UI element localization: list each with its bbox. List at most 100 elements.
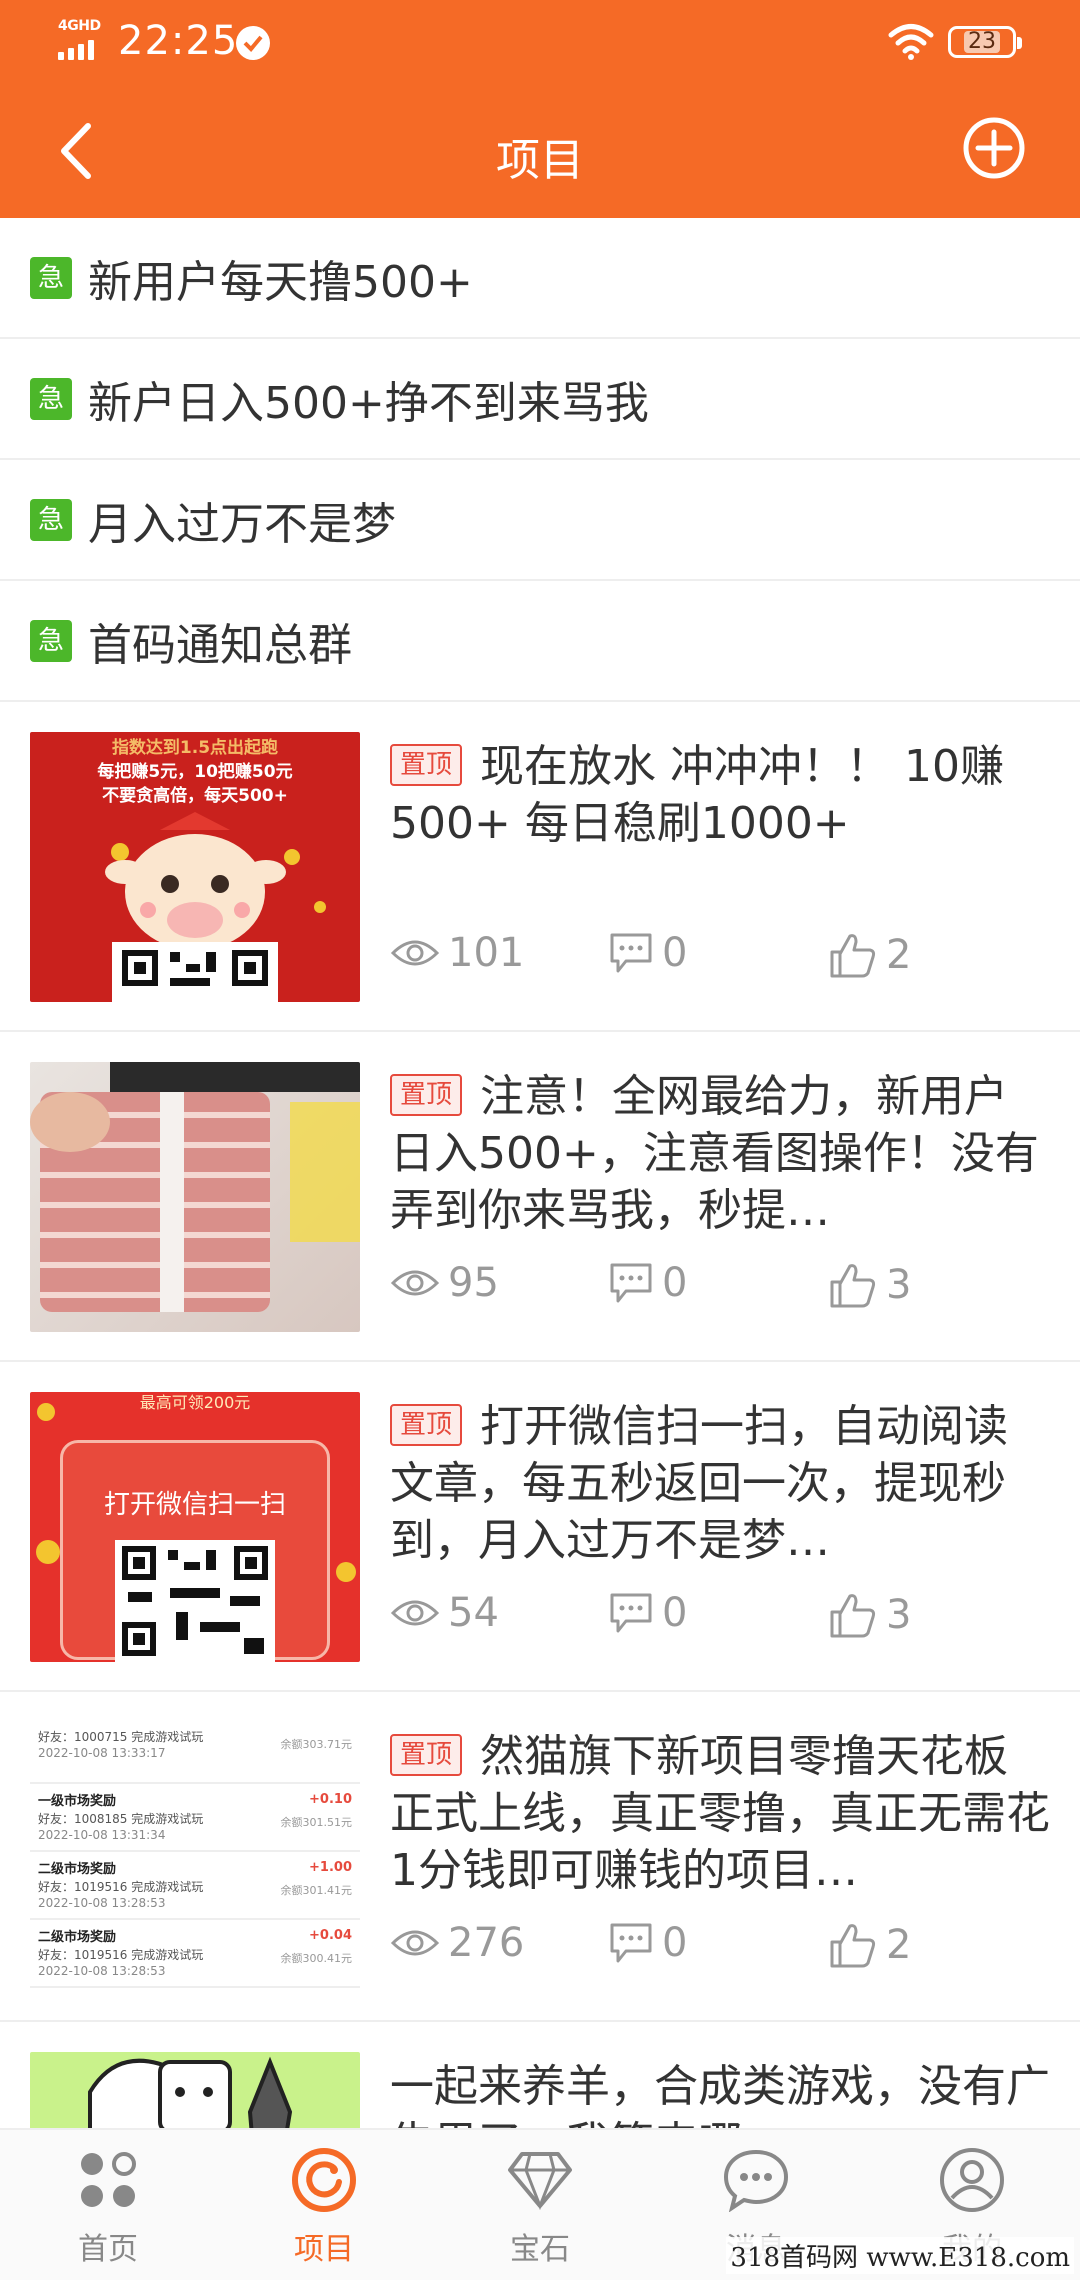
urgent-badge: 急 <box>30 256 72 299</box>
tab-projects[interactable]: 项目 <box>216 2144 432 2268</box>
post-title-text: 然猫旗下新项目零撸天花板正式上线，真正零撸，真正无需花1分钱即可赚钱的项目… <box>390 1731 1050 1896</box>
view-count-value: 54 <box>448 1590 499 1636</box>
post-thumbnail[interactable]: 好友：1000715 完成游戏试玩 2022-10-08 13:33:17 余额30… <box>30 1722 360 1992</box>
notice-text: 月入过万不是梦 <box>88 498 396 550</box>
post-thumbnail[interactable] <box>30 1062 360 1332</box>
post-title[interactable]: 置顶 打开微信扫一扫，自动阅读文章，每五秒返回一次，提现秒到，月入过万不是梦… <box>390 1398 1050 1569</box>
status-time: 22:25 <box>118 18 239 64</box>
check-badge-icon <box>236 26 270 60</box>
comment-count[interactable]: 0 <box>608 1260 687 1306</box>
transaction-date: 2022-10-08 13:31:34 <box>38 1828 166 1842</box>
comment-count[interactable]: 0 <box>608 930 687 976</box>
transaction-balance: 余额300.41元 <box>280 1952 353 1965</box>
pinned-badge: 置顶 <box>390 1074 463 1116</box>
post-item[interactable]: 指数达到1.5点出起跑 每把赚5元，10把赚50元 不要贪高倍，每天500+ 置… <box>0 702 1080 1032</box>
like-count-value: 3 <box>886 1262 912 1308</box>
post-item[interactable]: 最高可领200元 打开微信扫一扫 置顶 打开微信扫一扫，自动阅读文章，每五秒返回一… <box>0 1362 1080 1692</box>
message-icon <box>723 2149 789 2212</box>
thumbs-up-icon <box>830 1594 876 1638</box>
post-stats: 276 0 2 <box>390 1920 1050 1970</box>
tab-label: 宝石 <box>510 2232 570 2267</box>
comment-count[interactable]: 0 <box>608 1920 687 1966</box>
like-count[interactable]: 3 <box>828 1590 911 1640</box>
bottom-tab-bar: 首页 项目 宝石 消息 <box>0 2128 1080 2280</box>
eye-icon <box>390 1270 440 1296</box>
page-title: 项目 <box>496 135 584 186</box>
like-count[interactable]: 3 <box>828 1260 911 1310</box>
transaction-amount: +1.00 <box>309 1860 352 1875</box>
like-count-value: 3 <box>886 1592 912 1638</box>
watermark: 318首码网 www.E318.com <box>726 2237 1074 2274</box>
tab-label: 首页 <box>78 2232 138 2267</box>
view-count: 95 <box>390 1260 499 1306</box>
transaction-amount: +0.04 <box>309 1928 352 1943</box>
tab-label: 项目 <box>294 2232 354 2267</box>
notice-item[interactable]: 急 新户日入500+挣不到来骂我 <box>0 339 1080 460</box>
nav-bar: 项目 <box>0 100 1080 210</box>
post-thumbnail[interactable]: 最高可领200元 打开微信扫一扫 <box>30 1392 360 1662</box>
post-item[interactable]: 好友：1000715 完成游戏试玩 2022-10-08 13:33:17 余额30… <box>0 1692 1080 2022</box>
post-title[interactable]: 置顶 现在放水 冲冲冲！！ 10赚500+ 每日稳刷1000+ <box>390 738 1050 852</box>
battery-indicator: 23 <box>948 26 1022 58</box>
notice-list: 急 新用户每天撸500+ 急 新户日入500+挣不到来骂我 急 月入过万不是梦 … <box>0 218 1080 702</box>
diamond-icon <box>508 2152 572 2210</box>
comment-count-value: 0 <box>662 930 688 976</box>
thumbs-up-icon <box>830 1264 876 1308</box>
thumbs-up-icon <box>830 1924 876 1968</box>
transaction-row: 二级市场奖励 好友：1019516 完成游戏试玩 2022-10-08 13:28:… <box>30 1922 360 1988</box>
transaction-row: 一级市场奖励 好友：1008185 完成游戏试玩 2022-10-08 13:31:… <box>30 1786 360 1852</box>
app-header: 4GHD 22:25 23 项目 <box>0 0 1080 218</box>
like-count[interactable]: 2 <box>828 930 911 980</box>
transaction-amount: +0.10 <box>309 1792 352 1807</box>
tab-home[interactable]: 首页 <box>0 2144 216 2268</box>
notice-text: 新用户每天撸500+ <box>88 256 473 308</box>
view-count-value: 101 <box>448 930 525 976</box>
transaction-date: 2022-10-08 13:28:53 <box>38 1896 166 1910</box>
notice-item[interactable]: 急 月入过万不是梦 <box>0 460 1080 581</box>
post-stats: 95 0 3 <box>390 1260 1050 1310</box>
qr-code-icon <box>36 1403 356 1662</box>
transaction-friend: 好友：1000715 完成游戏试玩 <box>38 1730 204 1744</box>
urgent-badge: 急 <box>30 619 72 662</box>
post-title[interactable]: 置顶 注意！全网最给力，新用户日入500+，注意看图操作！没有弄到你来骂我，秒提… <box>390 1068 1050 1239</box>
post-title-text: 打开微信扫一扫，自动阅读文章，每五秒返回一次，提现秒到，月入过万不是梦… <box>390 1401 1009 1566</box>
cash-stack-image <box>30 1062 360 1312</box>
transaction-friend: 好友：1019516 完成游戏试玩 <box>38 1880 204 1894</box>
transaction-head: 一级市场奖励 <box>38 1794 117 1809</box>
comment-icon <box>610 1923 652 1963</box>
notice-item[interactable]: 急 首码通知总群 <box>0 581 1080 702</box>
like-count[interactable]: 2 <box>828 1920 911 1970</box>
view-count: 276 <box>390 1920 524 1966</box>
comment-count[interactable]: 0 <box>608 1590 687 1636</box>
comment-icon <box>610 1593 652 1633</box>
profile-icon <box>940 2148 1004 2212</box>
post-list: 指数达到1.5点出起跑 每把赚5元，10把赚50元 不要贪高倍，每天500+ 置… <box>0 702 1080 2280</box>
comment-count-value: 0 <box>662 1920 688 1966</box>
comment-icon <box>610 933 652 973</box>
like-count-value: 2 <box>886 1922 912 1968</box>
post-thumbnail[interactable]: 指数达到1.5点出起跑 每把赚5元，10把赚50元 不要贪高倍，每天500+ <box>30 732 360 1002</box>
eye-icon <box>390 940 440 966</box>
status-bar: 4GHD 22:25 23 <box>0 0 1080 80</box>
grid-icon <box>81 2152 136 2207</box>
post-stats: 54 0 3 <box>390 1590 1050 1640</box>
notice-item[interactable]: 急 新用户每天撸500+ <box>0 218 1080 339</box>
tab-gems[interactable]: 宝石 <box>432 2144 648 2268</box>
add-button[interactable] <box>962 116 1026 180</box>
transaction-balance: 余额301.51元 <box>280 1816 353 1829</box>
post-title[interactable]: 置顶 然猫旗下新项目零撸天花板正式上线，真正零撸，真正无需花1分钱即可赚钱的项目… <box>390 1728 1050 1899</box>
transaction-head: 二级市场奖励 <box>38 1862 117 1877</box>
comment-count-value: 0 <box>662 1260 688 1306</box>
network-type: 4GHD <box>58 18 101 34</box>
urgent-badge: 急 <box>30 498 72 541</box>
post-item[interactable]: 置顶 注意！全网最给力，新用户日入500+，注意看图操作！没有弄到你来骂我，秒提…… <box>0 1032 1080 1362</box>
view-count: 54 <box>390 1590 499 1636</box>
notice-text: 新户日入500+挣不到来骂我 <box>88 377 649 429</box>
cow-mascot-icon <box>105 812 326 1002</box>
signal-icon: 4GHD <box>58 18 106 60</box>
eye-icon <box>390 1600 440 1626</box>
comment-count-value: 0 <box>662 1590 688 1636</box>
transaction-balance: 余额303.71元 <box>280 1738 353 1751</box>
comment-icon <box>610 1263 652 1303</box>
thumbs-up-icon <box>830 934 876 978</box>
